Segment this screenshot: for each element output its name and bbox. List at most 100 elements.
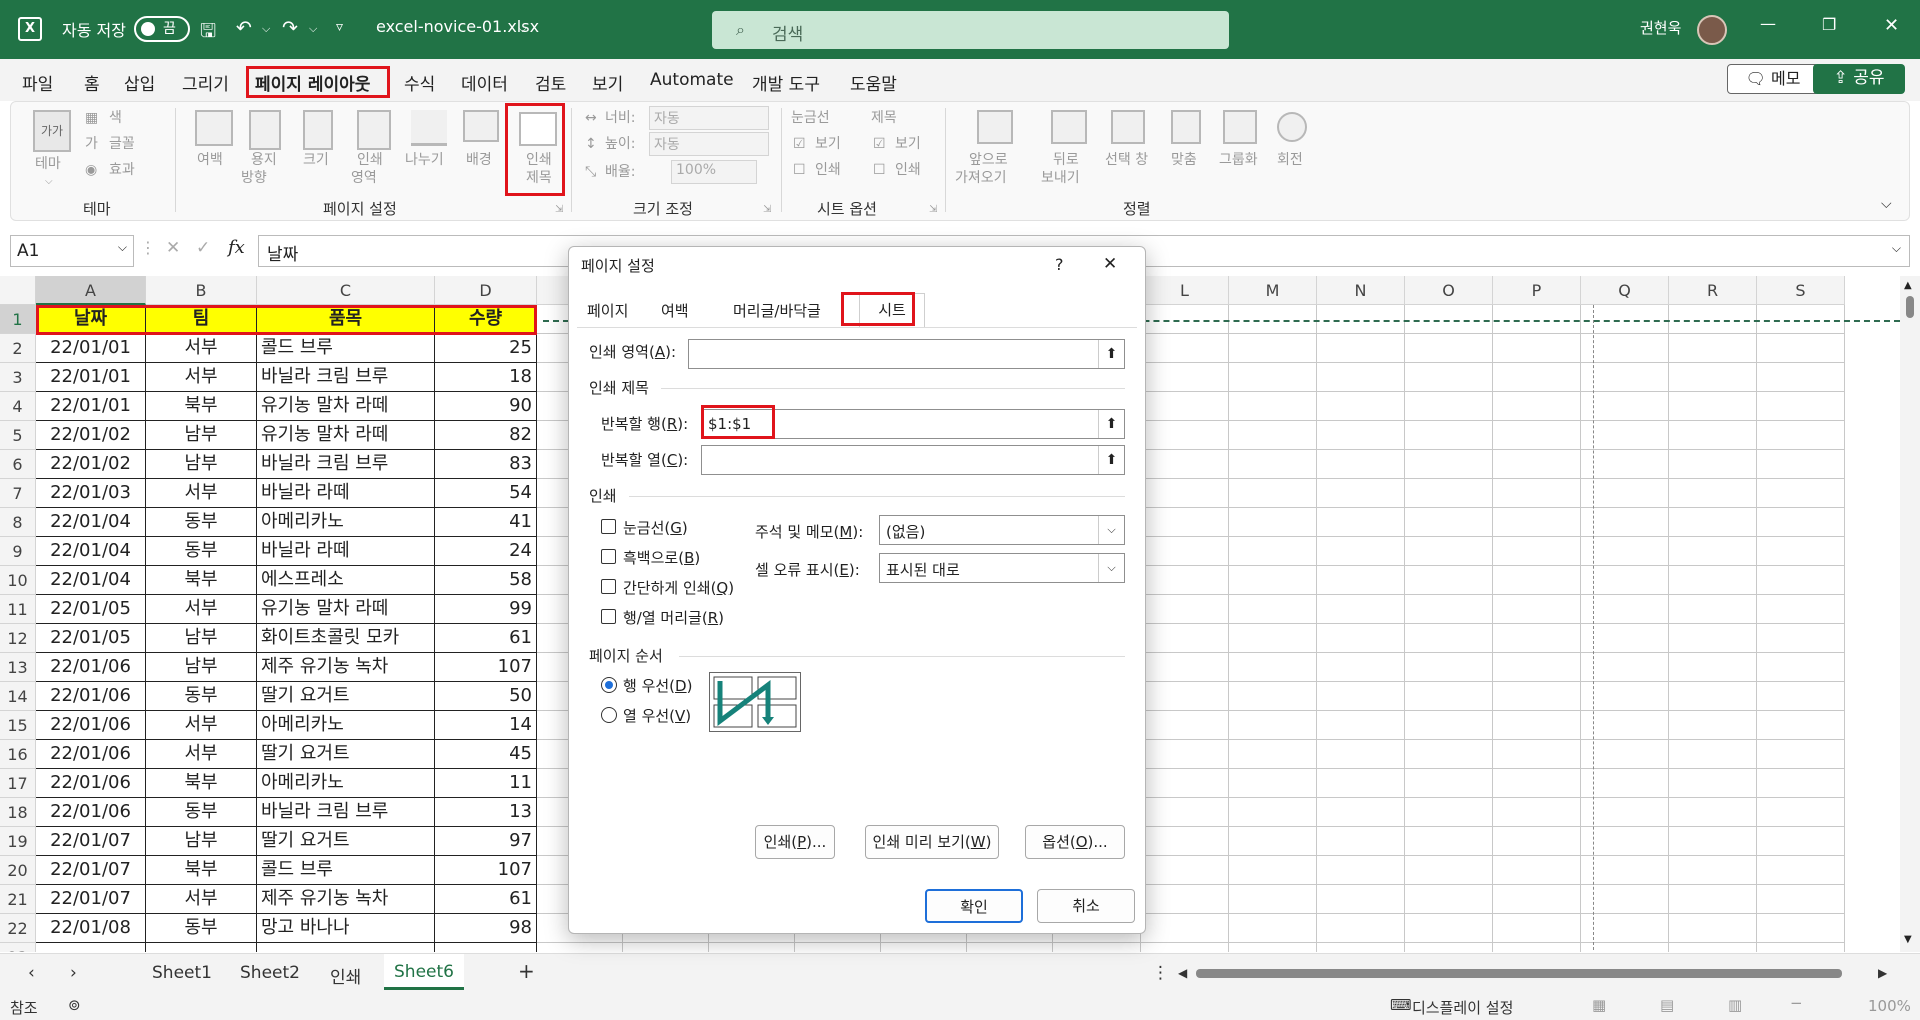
redo-icon[interactable]: ↷ xyxy=(282,17,298,39)
margins-icon[interactable] xyxy=(195,110,233,146)
grid-cell[interactable] xyxy=(1141,363,1229,392)
grid-cell[interactable] xyxy=(1405,334,1493,363)
grid-cell[interactable] xyxy=(1757,624,1845,653)
grid-cell[interactable] xyxy=(1405,885,1493,914)
grid-cell[interactable] xyxy=(1493,682,1581,711)
grid-cell[interactable] xyxy=(1581,711,1669,740)
row-header[interactable]: 5 xyxy=(0,421,36,450)
theme-effects-label[interactable]: 효과 xyxy=(109,160,135,180)
table-cell[interactable]: 54 xyxy=(435,479,537,508)
table-cell[interactable] xyxy=(146,943,257,952)
grid-cell[interactable] xyxy=(1669,595,1757,624)
grid-cell[interactable] xyxy=(1581,653,1669,682)
table-cell[interactable]: 남부 xyxy=(146,827,257,856)
grid-cell[interactable] xyxy=(1229,769,1317,798)
rotate-label[interactable]: 회전 xyxy=(1277,150,1303,170)
autosave-toggle[interactable]: 끔 xyxy=(134,16,190,42)
grid-cell[interactable] xyxy=(709,943,795,952)
print-preview-button[interactable]: 인쇄 미리 보기(W) xyxy=(865,825,999,859)
table-cell[interactable]: 22/01/03 xyxy=(36,479,146,508)
scroll-thumb[interactable] xyxy=(1906,296,1914,318)
insert-function-icon[interactable]: fx xyxy=(228,237,245,258)
tab-margins[interactable]: 여백 xyxy=(649,295,701,327)
chevron-down-icon[interactable]: ⌵ xyxy=(118,240,127,255)
vertical-scrollbar[interactable]: ▲ ▼ xyxy=(1900,276,1920,952)
cancel-icon[interactable]: ✕ xyxy=(166,238,180,258)
undo-dropdown-icon[interactable]: ⌵ xyxy=(262,22,270,36)
grid-cell[interactable] xyxy=(1669,479,1757,508)
name-box[interactable]: A1 ⌵ xyxy=(10,235,134,267)
grid-cell[interactable] xyxy=(1317,624,1405,653)
grid-cell[interactable] xyxy=(1405,537,1493,566)
table-cell[interactable]: 22/01/02 xyxy=(36,450,146,479)
grid-cell[interactable] xyxy=(1229,624,1317,653)
row-col-headings-checkbox[interactable] xyxy=(601,609,616,624)
grid-cell[interactable] xyxy=(1757,769,1845,798)
table-cell[interactable]: 서부 xyxy=(146,885,257,914)
display-settings-label[interactable]: 디스플레이 설정 xyxy=(1412,997,1513,1018)
table-cell[interactable]: 22/01/05 xyxy=(36,624,146,653)
table-cell[interactable]: 딸기 요거트 xyxy=(257,740,435,769)
table-cell[interactable]: 바닐라 크림 브루 xyxy=(257,798,435,827)
grid-cell[interactable] xyxy=(1141,653,1229,682)
help-icon[interactable]: ? xyxy=(1055,255,1064,274)
grid-cell[interactable] xyxy=(1669,682,1757,711)
grid-cell[interactable] xyxy=(1581,624,1669,653)
grid-cell[interactable] xyxy=(795,943,881,952)
row-header[interactable]: 6 xyxy=(0,450,36,479)
grid-cell[interactable] xyxy=(1141,711,1229,740)
draft-quality-checkbox[interactable] xyxy=(601,579,616,594)
chevron-down-icon[interactable]: ⌵ xyxy=(1098,516,1124,544)
grid-cell[interactable] xyxy=(1493,537,1581,566)
zoom-out-icon[interactable]: − xyxy=(1790,994,1803,1012)
grid-cell[interactable] xyxy=(1229,595,1317,624)
grid-cell[interactable] xyxy=(1229,711,1317,740)
close-icon[interactable]: ✕ xyxy=(1884,15,1899,36)
table-cell[interactable] xyxy=(435,943,537,952)
table-cell[interactable]: 화이트초콜릿 모카 xyxy=(257,624,435,653)
select-all-corner[interactable] xyxy=(0,276,36,305)
grid-cell[interactable] xyxy=(1757,421,1845,450)
grid-cell[interactable] xyxy=(1493,334,1581,363)
height-select[interactable]: 자동 xyxy=(649,132,769,156)
selection-pane-label[interactable]: 선택 창 xyxy=(1105,150,1148,170)
grid-cell[interactable] xyxy=(1757,479,1845,508)
print-area-icon[interactable] xyxy=(357,110,391,150)
sheet-tab-active[interactable]: Sheet6 xyxy=(384,954,464,990)
table-cell[interactable]: 25 xyxy=(435,334,537,363)
size-icon[interactable] xyxy=(303,110,333,150)
column-header-q[interactable]: Q xyxy=(1581,276,1669,305)
file-name[interactable]: excel-novice-01.xlsx xyxy=(376,17,539,36)
table-cell[interactable]: 유기농 말차 라떼 xyxy=(257,392,435,421)
table-cell[interactable]: 바닐라 라떼 xyxy=(257,537,435,566)
grid-cell[interactable] xyxy=(1229,740,1317,769)
breaks-icon[interactable] xyxy=(411,110,447,146)
table-cell[interactable]: 22/01/06 xyxy=(36,711,146,740)
grid-cell[interactable] xyxy=(1141,392,1229,421)
more-icon[interactable]: ⋮ xyxy=(1152,963,1169,983)
print-button[interactable]: 인쇄(P)... xyxy=(755,825,835,859)
print-area-label-1[interactable]: 인쇄 xyxy=(357,150,383,170)
black-white-checkbox[interactable] xyxy=(601,549,616,564)
undo-icon[interactable]: ↶ xyxy=(236,17,252,39)
grid-cell[interactable] xyxy=(1669,885,1757,914)
grid-cell[interactable] xyxy=(1581,914,1669,943)
group-icon[interactable] xyxy=(1223,110,1257,144)
table-cell[interactable]: 콜드 브루 xyxy=(257,334,435,363)
table-cell[interactable]: 동부 xyxy=(146,914,257,943)
background-icon[interactable] xyxy=(463,110,499,142)
collapse-dialog-icon[interactable]: ⬆ xyxy=(1098,410,1124,438)
chevron-down-icon[interactable]: ⌵ xyxy=(518,21,527,36)
grid-cell[interactable] xyxy=(1229,653,1317,682)
grid-cell[interactable] xyxy=(1229,827,1317,856)
column-header-m[interactable]: M xyxy=(1229,276,1317,305)
bring-forward-label-1[interactable]: 앞으로 xyxy=(969,150,1008,170)
table-cell[interactable]: 22/01/01 xyxy=(36,334,146,363)
grid-cell[interactable] xyxy=(1493,508,1581,537)
grid-cell[interactable] xyxy=(1229,508,1317,537)
table-cell[interactable]: 망고 바나나 xyxy=(257,914,435,943)
grid-cell[interactable] xyxy=(1581,566,1669,595)
grid-cell[interactable] xyxy=(1141,595,1229,624)
grid-cell[interactable] xyxy=(1229,421,1317,450)
table-cell[interactable]: 22/01/06 xyxy=(36,798,146,827)
